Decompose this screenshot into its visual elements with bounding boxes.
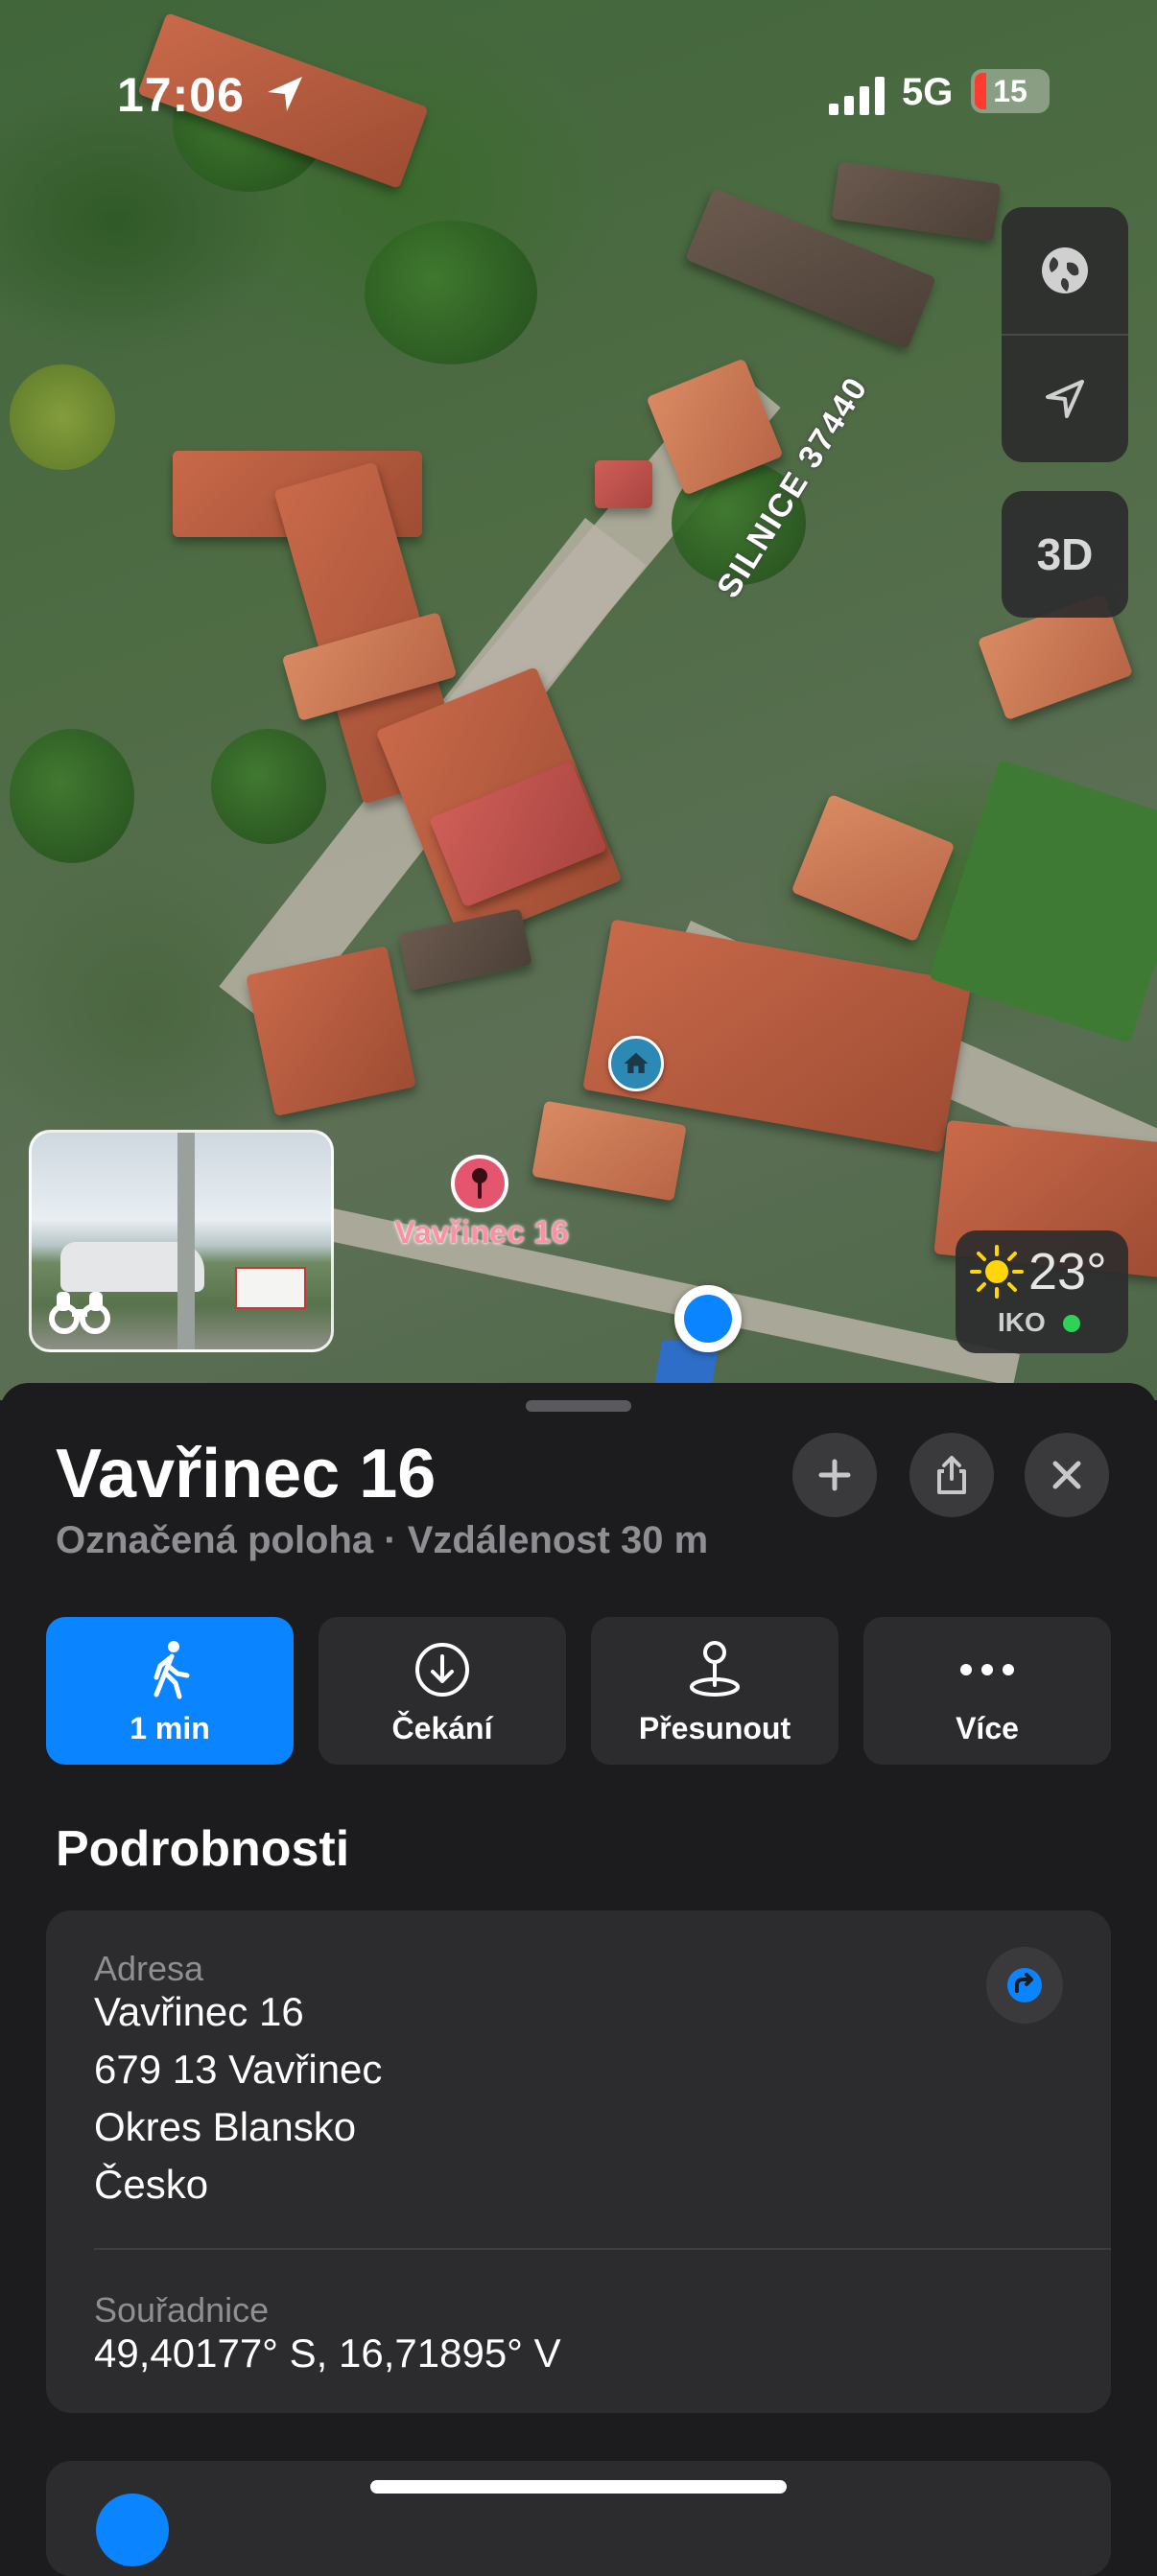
details-card: Adresa Vavřinec 16 679 13 Vavřinec Okres… xyxy=(46,1910,1111,2413)
locate-me-button[interactable] xyxy=(1002,336,1128,462)
directions-button[interactable] xyxy=(986,1947,1063,2024)
download-icon xyxy=(415,1643,469,1697)
map-controls xyxy=(1002,207,1128,462)
network-type: 5G xyxy=(902,71,954,113)
look-around-pole xyxy=(177,1133,195,1349)
battery-percent: 15 xyxy=(993,74,1027,108)
temperature: 23° xyxy=(1028,1243,1107,1300)
move-pin-icon xyxy=(690,1641,740,1697)
move-pin-button[interactable]: Přesunout xyxy=(591,1617,838,1765)
move-label: Přesunout xyxy=(638,1711,791,1745)
sun-icon xyxy=(970,1245,1024,1299)
walking-icon xyxy=(153,1641,190,1699)
user-location-dot[interactable] xyxy=(674,1285,742,1352)
map-building xyxy=(831,161,1002,242)
map-tree xyxy=(10,364,115,470)
address-label: Adresa xyxy=(94,1949,204,1988)
details-heading: Podrobnosti xyxy=(56,1821,350,1877)
more-label: Více xyxy=(956,1711,1019,1745)
look-around-preview[interactable] xyxy=(29,1130,334,1352)
place-subtitle: Označená poloha · Vzdálenost 30 m xyxy=(56,1519,709,1561)
house-icon xyxy=(624,1052,649,1073)
home-pin[interactable] xyxy=(608,1036,664,1091)
location-services-icon xyxy=(268,77,302,111)
air-quality-label: IKO xyxy=(998,1307,1046,1337)
share-icon xyxy=(937,1456,966,1494)
map-building xyxy=(791,793,956,943)
action-buttons: 1 min Čekání Přesunout Více xyxy=(46,1617,1111,1765)
walking-directions-button[interactable]: 1 min xyxy=(46,1617,294,1765)
address-line[interactable]: 679 13 Vavřinec xyxy=(94,2047,382,2093)
binoculars-icon xyxy=(49,1292,110,1334)
share-button[interactable] xyxy=(909,1433,994,1517)
map-building xyxy=(531,1100,687,1202)
download-button[interactable]: Čekání xyxy=(319,1617,566,1765)
plus-icon xyxy=(818,1459,851,1491)
cellular-signal-icon xyxy=(829,77,885,115)
sheet-grabber[interactable] xyxy=(526,1400,631,1412)
status-time: 17:06 xyxy=(117,68,245,122)
details-divider xyxy=(94,2248,1111,2250)
3d-toggle-button[interactable]: 3D xyxy=(1002,491,1128,618)
home-indicator[interactable] xyxy=(370,2480,787,2494)
map-building xyxy=(246,946,416,1116)
status-bar: 17:06 5G 15 xyxy=(0,56,1157,132)
more-icon xyxy=(960,1664,1014,1675)
map-tree xyxy=(211,729,326,844)
coordinates-value[interactable]: 49,40177° S, 16,71895° V xyxy=(94,2330,561,2377)
map-building xyxy=(595,460,652,508)
place-title: Vavřinec 16 xyxy=(56,1436,437,1512)
location-arrow-icon xyxy=(1046,380,1084,418)
weather-widget[interactable]: 23° IKO xyxy=(956,1230,1128,1353)
map-tree xyxy=(10,729,134,863)
walking-time: 1 min xyxy=(130,1711,210,1745)
next-card[interactable] xyxy=(46,2461,1111,2576)
globe-icon xyxy=(1042,247,1088,293)
map-view[interactable]: SILNICE 37440 Vavřinec 16 23° IKO 3D 17:… xyxy=(0,0,1157,1400)
address-line[interactable]: Okres Blansko xyxy=(94,2104,356,2150)
map-tree xyxy=(365,221,537,364)
close-button[interactable] xyxy=(1025,1433,1109,1517)
download-label: Čekání xyxy=(391,1711,493,1745)
place-sheet[interactable]: Vavřinec 16 Označená poloha · Vzdálenost… xyxy=(0,1383,1157,2576)
directions-arrow-icon xyxy=(1007,1968,1042,2002)
battery-icon: 15 xyxy=(971,69,1050,113)
address-line[interactable]: Vavřinec 16 xyxy=(94,1989,304,2035)
close-icon xyxy=(1052,1461,1081,1489)
more-button[interactable]: Více xyxy=(863,1617,1111,1765)
coordinates-label: Souřadnice xyxy=(94,2290,270,2330)
add-button[interactable] xyxy=(792,1433,877,1517)
marker-label[interactable]: Vavřinec 16 xyxy=(384,1214,579,1251)
address-line[interactable]: Česko xyxy=(94,2162,208,2208)
map-building xyxy=(398,908,532,991)
next-card-icon xyxy=(96,2494,169,2566)
marked-location-pin-icon[interactable] xyxy=(449,1153,510,1214)
map-mode-button[interactable] xyxy=(1002,207,1128,334)
look-around-sign xyxy=(235,1267,306,1309)
air-quality-indicator xyxy=(1063,1315,1080,1332)
